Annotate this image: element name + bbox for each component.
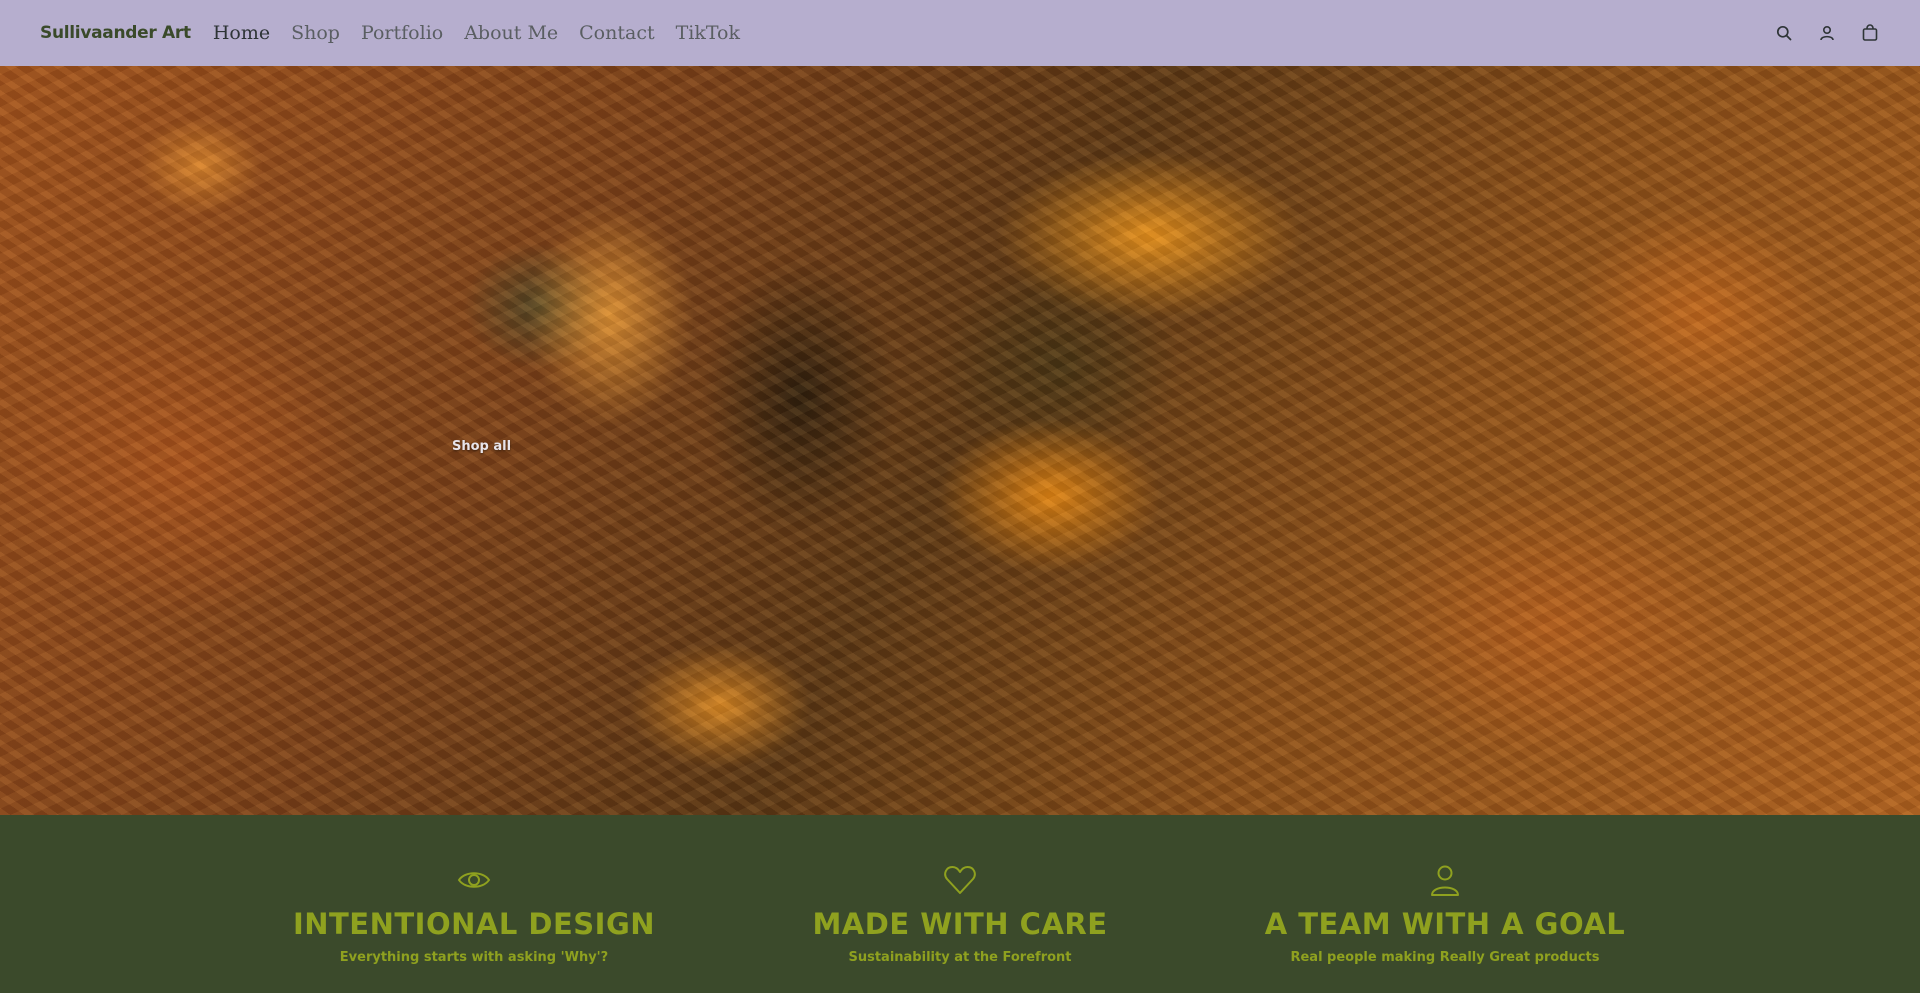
cart-icon[interactable]: [1860, 23, 1880, 43]
brand-logo[interactable]: Sullivaander Art: [40, 23, 191, 43]
feature-title: INTENTIONAL DESIGN: [292, 907, 656, 941]
feature-title: A TEAM WITH A GOAL: [1264, 907, 1626, 941]
feature-subtitle: Sustainability at the Forefront: [848, 950, 1072, 965]
search-icon[interactable]: [1774, 23, 1794, 43]
feature-intentional-design: INTENTIONAL DESIGN Everything starts wit…: [234, 815, 714, 965]
nav-tiktok[interactable]: TikTok: [676, 22, 740, 44]
hero-background-image: [0, 66, 1920, 815]
main-nav: Home Shop Portfolio About Me Contact Tik…: [213, 22, 761, 44]
hero-banner: Shop all: [0, 66, 1920, 815]
nav-about-me[interactable]: About Me: [464, 22, 558, 44]
nav-shop[interactable]: Shop: [291, 22, 340, 44]
feature-subtitle: Real people making Really Great products: [1290, 950, 1600, 965]
heart-icon: [720, 863, 1200, 903]
shop-all-button[interactable]: Shop all: [452, 439, 511, 454]
feature-subtitle: Everything starts with asking 'Why'?: [339, 950, 609, 965]
nav-portfolio[interactable]: Portfolio: [361, 22, 443, 44]
feature-title: MADE WITH CARE: [812, 907, 1108, 941]
account-icon[interactable]: [1817, 23, 1837, 43]
nav-home[interactable]: Home: [213, 22, 270, 44]
nav-contact[interactable]: Contact: [579, 22, 654, 44]
eye-icon: [234, 863, 714, 903]
header-icons: [1751, 0, 1880, 66]
site-header: Sullivaander Art Home Shop Portfolio Abo…: [0, 0, 1920, 66]
features-section: INTENTIONAL DESIGN Everything starts wit…: [0, 815, 1920, 993]
feature-team-with-goal: A TEAM WITH A GOAL Real people making Re…: [1205, 815, 1685, 965]
person-icon: [1205, 863, 1685, 903]
feature-made-with-care: MADE WITH CARE Sustainability at the For…: [720, 815, 1200, 965]
